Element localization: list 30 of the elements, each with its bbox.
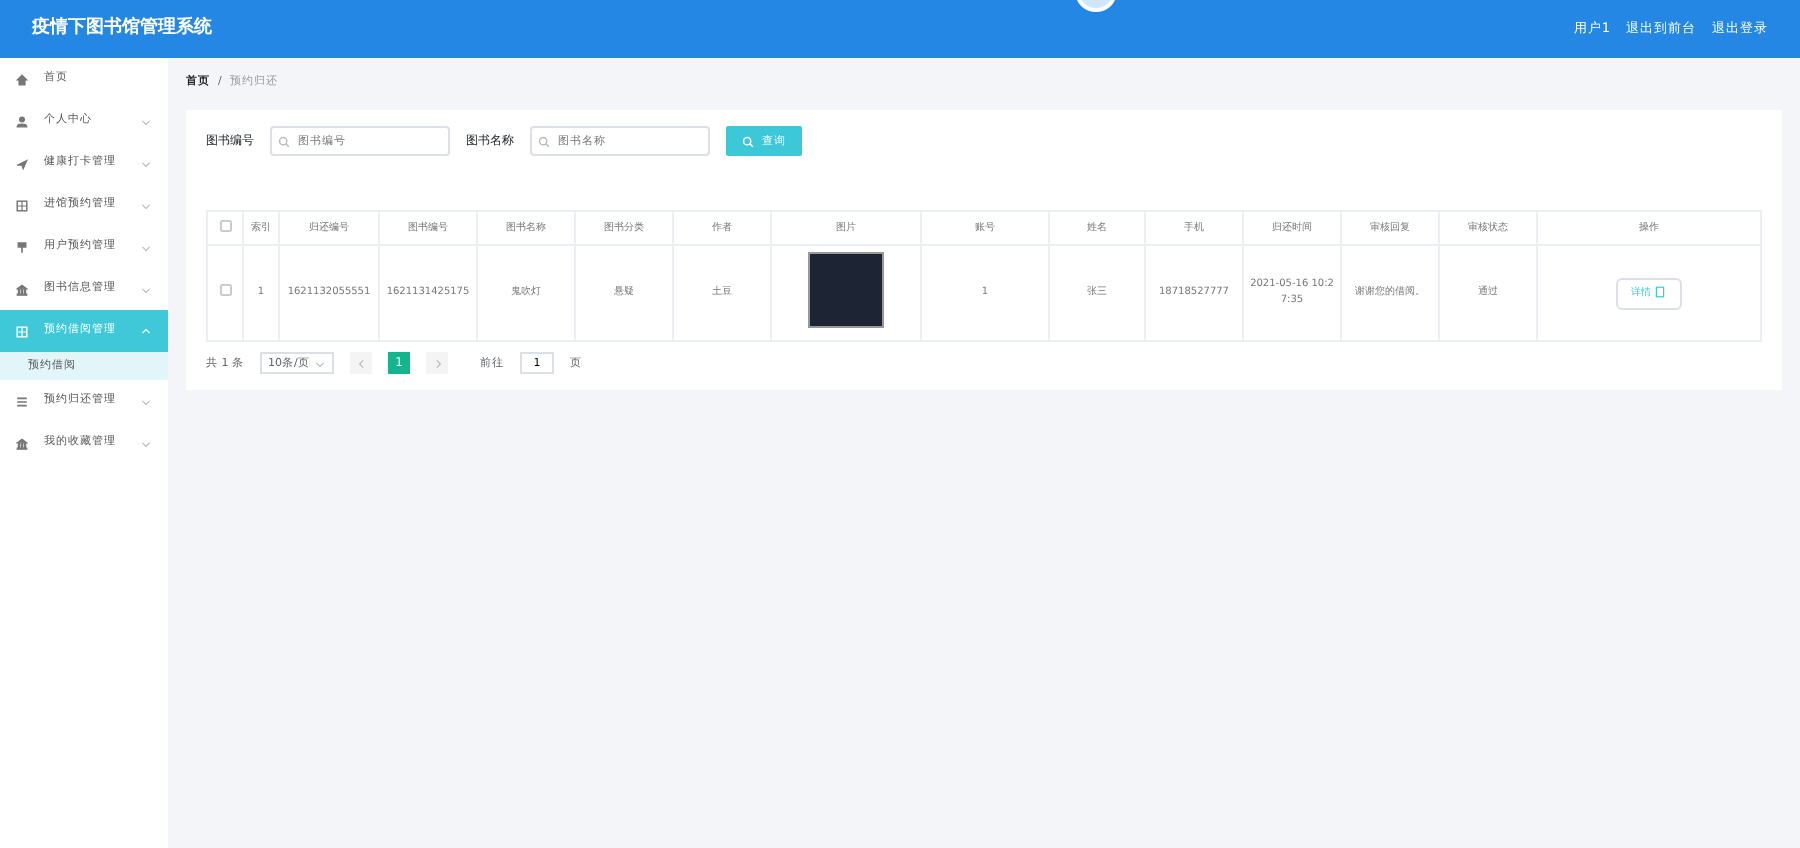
chevron-icon (140, 283, 152, 295)
chevron-icon (140, 115, 152, 127)
building-icon (16, 283, 28, 295)
grid-icon (16, 199, 28, 211)
next-page-button[interactable] (426, 352, 448, 375)
search-icon (278, 136, 290, 149)
grid-icon (16, 325, 28, 337)
chevron-left-icon (355, 357, 367, 370)
chevron-icon (140, 199, 152, 211)
chevron-icon (140, 157, 152, 169)
app-title: 疫情下图书馆管理系统 (32, 15, 212, 42)
chevron-icon (140, 437, 152, 449)
pushpin-icon (16, 241, 28, 253)
document-icon (1654, 285, 1667, 298)
select-all-checkbox[interactable] (219, 219, 231, 231)
building-icon (16, 437, 28, 449)
previous-page-button[interactable] (350, 352, 372, 375)
chevron-icon (314, 357, 326, 370)
home-icon (16, 73, 28, 85)
paper-plane-icon (16, 157, 28, 169)
chevron-right-icon (431, 357, 443, 370)
list-icon (16, 395, 28, 407)
search-icon (742, 135, 754, 148)
row-checkbox[interactable] (219, 284, 231, 296)
search-icon (538, 136, 550, 149)
chevron-icon (140, 325, 152, 337)
chevron-icon (140, 241, 152, 253)
user-icon (16, 115, 28, 127)
photo-placeholder (808, 252, 884, 328)
chevron-icon (140, 395, 152, 407)
